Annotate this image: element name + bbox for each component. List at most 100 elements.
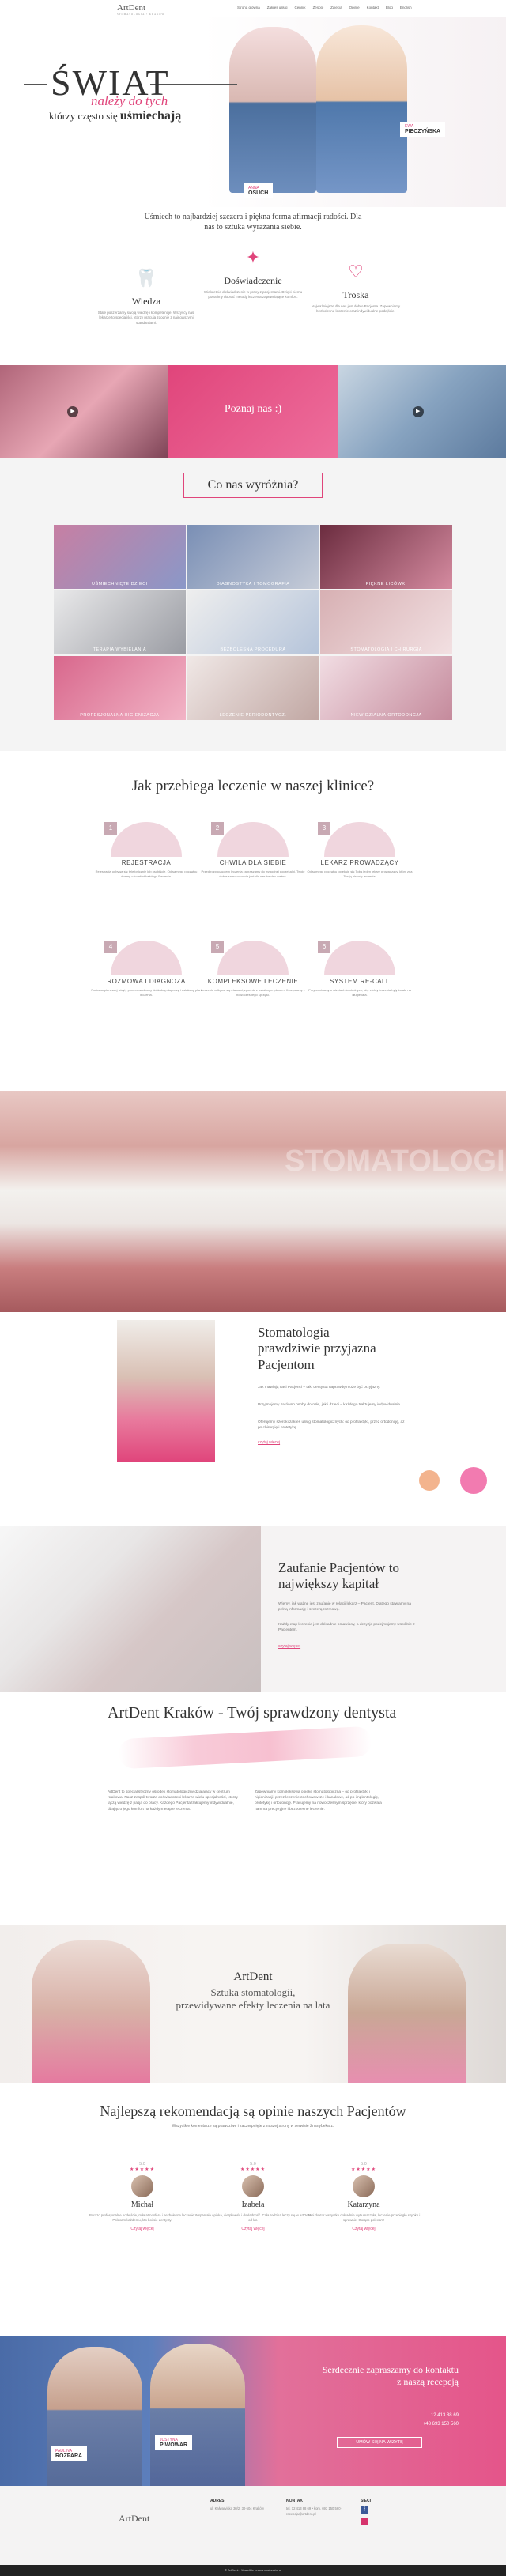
nav-item[interactable]: English — [400, 6, 412, 9]
banner-title: ArtDent — [233, 1971, 273, 1983]
read-more-link[interactable]: czytaj więcej — [278, 1644, 300, 1649]
feature-title: Troska — [342, 289, 369, 300]
grid-tile[interactable]: DIAGNOSTYKA I TOMOGRAFIA — [187, 525, 319, 589]
review-author: Katarzyna — [347, 2201, 380, 2209]
contact-title: Serdecznie zapraszamy do kontaktu z nasz… — [322, 2364, 459, 2387]
footer-social: SIECI f — [361, 2499, 408, 2525]
grid-tile-label: LECZENIE PERIODONTYCZ. — [219, 713, 287, 718]
artdent-banner: ArtDent Sztuka stomatologii, przewidywan… — [0, 1925, 506, 2083]
nav-item[interactable]: Zespół — [313, 6, 324, 9]
review-author: Michał — [130, 2201, 154, 2209]
instagram-icon[interactable] — [361, 2518, 368, 2525]
grid-tile[interactable]: BEZBOLESNA PROCEDURA — [187, 590, 319, 654]
section-paragraph: Zapewniamy kompleksową opiekę stomatolog… — [255, 1790, 382, 1812]
title-line: Stomatologia — [258, 1325, 330, 1340]
subtitle-line: przewidywane efekty leczenia na lata — [176, 1998, 330, 2011]
logo-subtitle: STOMATOLOGIA • KRAKÓW — [117, 13, 165, 16]
footer-text: ul. Kalwaryjska 30/2, 30-504 Kraków — [210, 2506, 264, 2510]
name-tag-left: ANNA OSUCH — [244, 183, 274, 198]
read-more-link[interactable]: Czytaj więcej — [304, 2227, 423, 2231]
nav-item[interactable]: Zakres usług — [267, 6, 288, 9]
grid-tile[interactable]: NIEWIDZIALNA ORTODONCJA — [320, 656, 452, 720]
section-paragraph: Każdy etap leczenia jest dokładnie omawi… — [278, 1623, 415, 1633]
logo[interactable]: ArtDent STOMATOLOGIA • KRAKÓW — [117, 3, 164, 16]
copyright-bar: © ArtDent • Wszelkie prawa zastrzeżone — [0, 2565, 506, 2576]
poznaj-panel[interactable]: Poznaj nas :) — [168, 365, 338, 458]
step-title: CHWILA DLA SIEBIE — [219, 859, 287, 866]
section-paragraph: Wiemy, jak ważne jest zaufanie w relacji… — [278, 1602, 411, 1612]
feature-title: Doświadczenie — [224, 275, 282, 286]
process-step: 2 CHWILA DLA SIEBIE Przed rozpoczęciem l… — [198, 822, 308, 878]
team-photo — [0, 1526, 261, 1692]
logo-text: ArtDent — [117, 3, 146, 13]
hero-photo-doctor-right — [316, 25, 407, 193]
feature-doswiadczenie: ✦ Doświadczenie Wieloletnie doświadczeni… — [202, 243, 304, 300]
step-text: Rejestracja odbywa się telefonicznie lub… — [95, 869, 198, 878]
stomatologia-section: Stomatologia prawdziwie przyjazna Pacjen… — [0, 1312, 506, 1526]
process-step: 3 LEKARZ PROWADZĄCY Od samego początku o… — [304, 822, 415, 878]
play-icon[interactable]: ▶ — [67, 406, 78, 417]
name-tag-last: ROZPARA — [55, 2453, 83, 2459]
read-more-link[interactable]: czytaj więcej — [258, 1440, 280, 1445]
step-icon: 4 — [104, 941, 182, 975]
video-strip: ▶ Poznaj nas :) ▶ — [0, 365, 506, 458]
decor-circle — [460, 1467, 487, 1494]
phone-number[interactable]: +48 693 150 560 — [356, 2420, 459, 2429]
read-more-link[interactable]: Czytaj więcej — [83, 2227, 202, 2231]
grid-tile[interactable]: LECZENIE PERIODONTYCZ. — [187, 656, 319, 720]
process-step: 1 REJESTRACJA Rejestracja odbywa się tel… — [91, 822, 202, 878]
features-grid-section: Co nas wyróżnia? UŚMIECHNIĘTE DZIECI DIA… — [0, 458, 506, 751]
step-text: Leczenie odbywa się etapami, zgodnie z u… — [201, 988, 305, 997]
book-visit-button[interactable]: UMÓW SIĘ NA WIZYTĘ — [337, 2437, 422, 2448]
grid-tile-label: TERAPIA WYBIELANIA — [93, 647, 147, 652]
section-title: Najlepszą rekomendacją są opinie naszych… — [100, 2103, 406, 2119]
play-icon[interactable]: ▶ — [412, 406, 424, 417]
star-rating-icon: ★★★★★ — [351, 2167, 376, 2172]
name-tag-last: PIECZYŃSKA — [405, 129, 441, 134]
step-number: 3 — [318, 822, 330, 835]
facebook-icon[interactable]: f — [361, 2506, 368, 2514]
grid-tile[interactable]: TERAPIA WYBIELANIA — [54, 590, 186, 654]
nav-item[interactable]: Opinie — [349, 6, 360, 9]
top-navigation-bar: ArtDent STOMATOLOGIA • KRAKÓW Strona głó… — [0, 0, 506, 17]
review-text: Pani doktor wszystko dokładnie wytłumacz… — [307, 2213, 421, 2223]
section-paragraph: Jak mawiają nasi Pacjenci – tak, dentyst… — [258, 1386, 381, 1390]
contact-banner: PAULINA ROZPARA JUSTYNA PIWOWAR Serdeczn… — [0, 2336, 506, 2486]
nav-item[interactable]: Blog — [386, 6, 393, 9]
decor-brush — [118, 1726, 372, 1770]
footer-logo[interactable]: ArtDent — [119, 2513, 149, 2525]
video-thumb-right[interactable]: ▶ — [337, 365, 506, 458]
nav-item[interactable]: Strona główna — [237, 6, 260, 9]
feature-title: Wiedza — [131, 296, 161, 307]
step-title: SYSTEM RE-CALL — [330, 978, 390, 985]
nav-item[interactable]: Zdjęcia — [330, 6, 342, 9]
review-text: Wspaniała opieka, cierpliwość i dokładno… — [194, 2213, 312, 2223]
grid-tile-label: STOMATOLOGIA I CHIRURGIA — [350, 647, 422, 652]
banner-photo-left — [32, 1940, 150, 2083]
intro-section: Uśmiech to najbardziej szczera i piękna … — [0, 207, 506, 365]
hero-photo-doctor-left — [229, 27, 316, 193]
intro-text: Uśmiech to najbardziej szczera i piękna … — [144, 213, 362, 232]
main-nav: Strona główna Zakres usług Cennik Zespół… — [237, 6, 412, 9]
step-text: Przypominamy o wizytach kontrolnych, aby… — [308, 988, 411, 997]
read-more-link[interactable]: Czytaj więcej — [194, 2227, 312, 2231]
hero-section: ŚWIAT należy do tych którzy często się u… — [0, 17, 506, 207]
step-text: Przed rozpoczęciem leczenia zapraszamy d… — [201, 869, 305, 878]
step-icon: 3 — [318, 822, 395, 857]
grid-tile[interactable]: UŚMIECHNIĘTE DZIECI — [54, 525, 186, 589]
grid-tile-label: BEZBOLESNA PROCEDURA — [220, 647, 286, 652]
step-title: ROZMOWA I DIAGNOZA — [107, 978, 186, 985]
nav-item[interactable]: Cennik — [295, 6, 306, 9]
video-thumb-left[interactable]: ▶ — [0, 365, 169, 458]
grid-tile[interactable]: PROFESJONALNA HIGIENIZACJA — [54, 656, 186, 720]
nav-item[interactable]: Kontakt — [367, 6, 379, 9]
grid-tile[interactable]: PIĘKNE LICÓWKI — [320, 525, 452, 589]
phone-number[interactable]: 12 413 88 69 — [356, 2412, 459, 2420]
hero-subtitle-bold: uśmiechają — [119, 109, 182, 123]
name-tag-right: EWA PIECZYŃSKA — [400, 122, 446, 137]
step-title: LEKARZ PROWADZĄCY — [320, 859, 399, 866]
step-title: REJESTRACJA — [121, 859, 172, 866]
step-icon: 1 — [104, 822, 182, 857]
feature-wiedza: 🦷 Wiedza Stale poszerzamy swoją wiedzę i… — [95, 264, 198, 326]
grid-tile[interactable]: STOMATOLOGIA I CHIRURGIA — [320, 590, 452, 654]
